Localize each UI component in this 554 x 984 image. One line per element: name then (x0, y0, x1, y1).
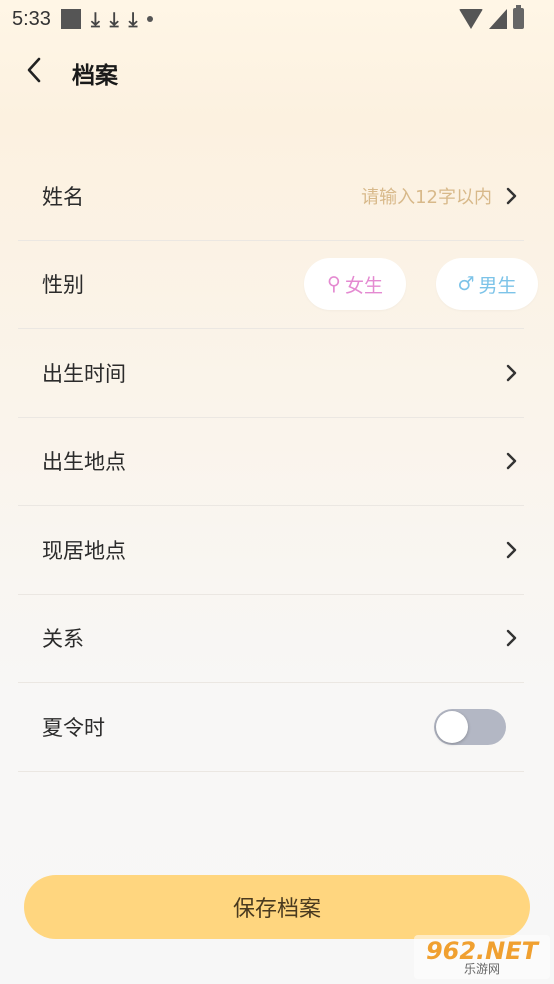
signal-icon (489, 8, 507, 29)
birth-place-label: 出生地点 (42, 450, 126, 475)
more-notifications-icon (147, 16, 154, 22)
watermark-main: 962.NET (425, 937, 539, 965)
gender-row: 性别 ⚲ 女生 ♂ 男生 (18, 241, 538, 329)
wifi-icon (459, 8, 483, 29)
download-icon: ⤓ (90, 7, 100, 31)
male-symbol-icon: ♂ (457, 273, 475, 296)
name-row[interactable]: 姓名 请输入12字以内 (18, 152, 524, 241)
toggle-knob (436, 710, 468, 743)
chevron-right-icon (500, 627, 522, 649)
notification-square-icon (60, 9, 81, 29)
chevron-left-icon (27, 57, 41, 83)
relation-label: 关系 (42, 627, 84, 652)
battery-icon (513, 5, 524, 29)
chevron-right-icon (500, 450, 522, 472)
gender-label: 性别 (42, 273, 84, 298)
dst-row: 夏令时 (18, 683, 524, 772)
page-title: 档案 (72, 63, 118, 89)
male-label: 男生 (478, 274, 517, 297)
male-button[interactable]: ♂ 男生 (436, 258, 538, 311)
status-bar: 5:33 ⤓ ⤓ ⤓ (0, 0, 554, 38)
header: 档案 (0, 48, 554, 92)
current-place-label: 现居地点 (42, 538, 126, 563)
back-button[interactable] (20, 56, 48, 84)
watermark-logo: 962.NET 乐游网 (414, 935, 550, 979)
dst-toggle[interactable] (434, 708, 506, 745)
download-icon: ⤓ (128, 7, 138, 31)
birth-time-label: 出生时间 (42, 361, 126, 386)
profile-form: 姓名 请输入12字以内 性别 ⚲ 女生 ♂ 男生 出生时间 出生地点 现居地点 … (18, 152, 538, 772)
status-time: 5:33 (12, 7, 51, 30)
watermark-sub: 乐游网 (463, 962, 500, 976)
female-button[interactable]: ⚲ 女生 (304, 258, 406, 311)
name-label: 姓名 (42, 184, 84, 209)
female-label: 女生 (344, 274, 383, 297)
relation-row[interactable]: 关系 (18, 595, 524, 683)
download-icon: ⤓ (109, 7, 119, 31)
chevron-right-icon (500, 185, 522, 207)
chevron-right-icon (500, 362, 522, 384)
birth-time-row[interactable]: 出生时间 (18, 329, 524, 418)
female-symbol-icon: ⚲ (327, 273, 341, 296)
name-input[interactable]: 请输入12字以内 (361, 183, 492, 209)
dst-label: 夏令时 (42, 715, 105, 740)
chevron-right-icon (500, 539, 522, 561)
birth-place-row[interactable]: 出生地点 (18, 418, 524, 506)
current-place-row[interactable]: 现居地点 (18, 506, 524, 595)
save-profile-button[interactable]: 保存档案 (24, 875, 530, 939)
